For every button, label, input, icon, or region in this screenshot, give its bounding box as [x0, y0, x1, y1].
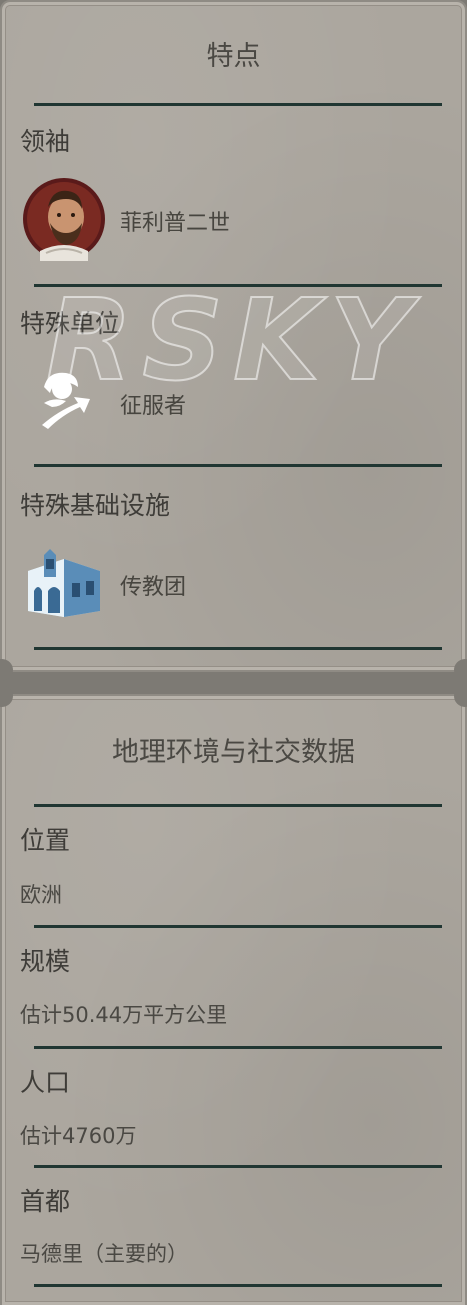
- leader-name: 菲利普二世: [120, 211, 231, 236]
- size-label: 规模: [20, 947, 71, 976]
- unique-unit-name: 征服者: [120, 394, 187, 419]
- features-title: 特点: [206, 41, 261, 72]
- population-value: 估计4760万: [20, 1124, 137, 1148]
- location-value: 欧洲: [20, 883, 62, 907]
- unique-unit-label: 特殊单位: [20, 309, 121, 338]
- divider: [34, 1165, 442, 1168]
- geography-panel: 地理环境与社交数据 位置 欧洲 规模 估计50.44万平方公里 人口 估计476…: [0, 685, 467, 1305]
- divider: [34, 804, 442, 807]
- divider: [34, 1046, 442, 1049]
- unique-building-label: 特殊基础设施: [20, 491, 171, 520]
- population-label: 人口: [20, 1068, 71, 1097]
- divider: [34, 103, 442, 106]
- divider: [34, 1284, 442, 1287]
- leader-label: 领袖: [20, 127, 71, 156]
- location-label: 位置: [20, 826, 71, 855]
- geography-title: 地理环境与社交数据: [112, 737, 355, 768]
- capital-label: 首都: [20, 1187, 71, 1216]
- mission-building-icon[interactable]: [24, 547, 104, 619]
- features-panel: 特点 领袖 菲利普二世 特殊单位 征服者 特殊基础设施 传教团: [0, 0, 467, 681]
- divider: [34, 464, 442, 467]
- conquistador-icon[interactable]: [34, 367, 96, 433]
- unique-building-name: 传教团: [120, 575, 187, 600]
- divider: [34, 925, 442, 928]
- divider: [34, 284, 442, 287]
- leader-portrait-icon[interactable]: [22, 177, 106, 261]
- size-value: 估计50.44万平方公里: [20, 1003, 228, 1027]
- capital-value: 马德里（主要的）: [20, 1242, 188, 1266]
- divider: [34, 647, 442, 650]
